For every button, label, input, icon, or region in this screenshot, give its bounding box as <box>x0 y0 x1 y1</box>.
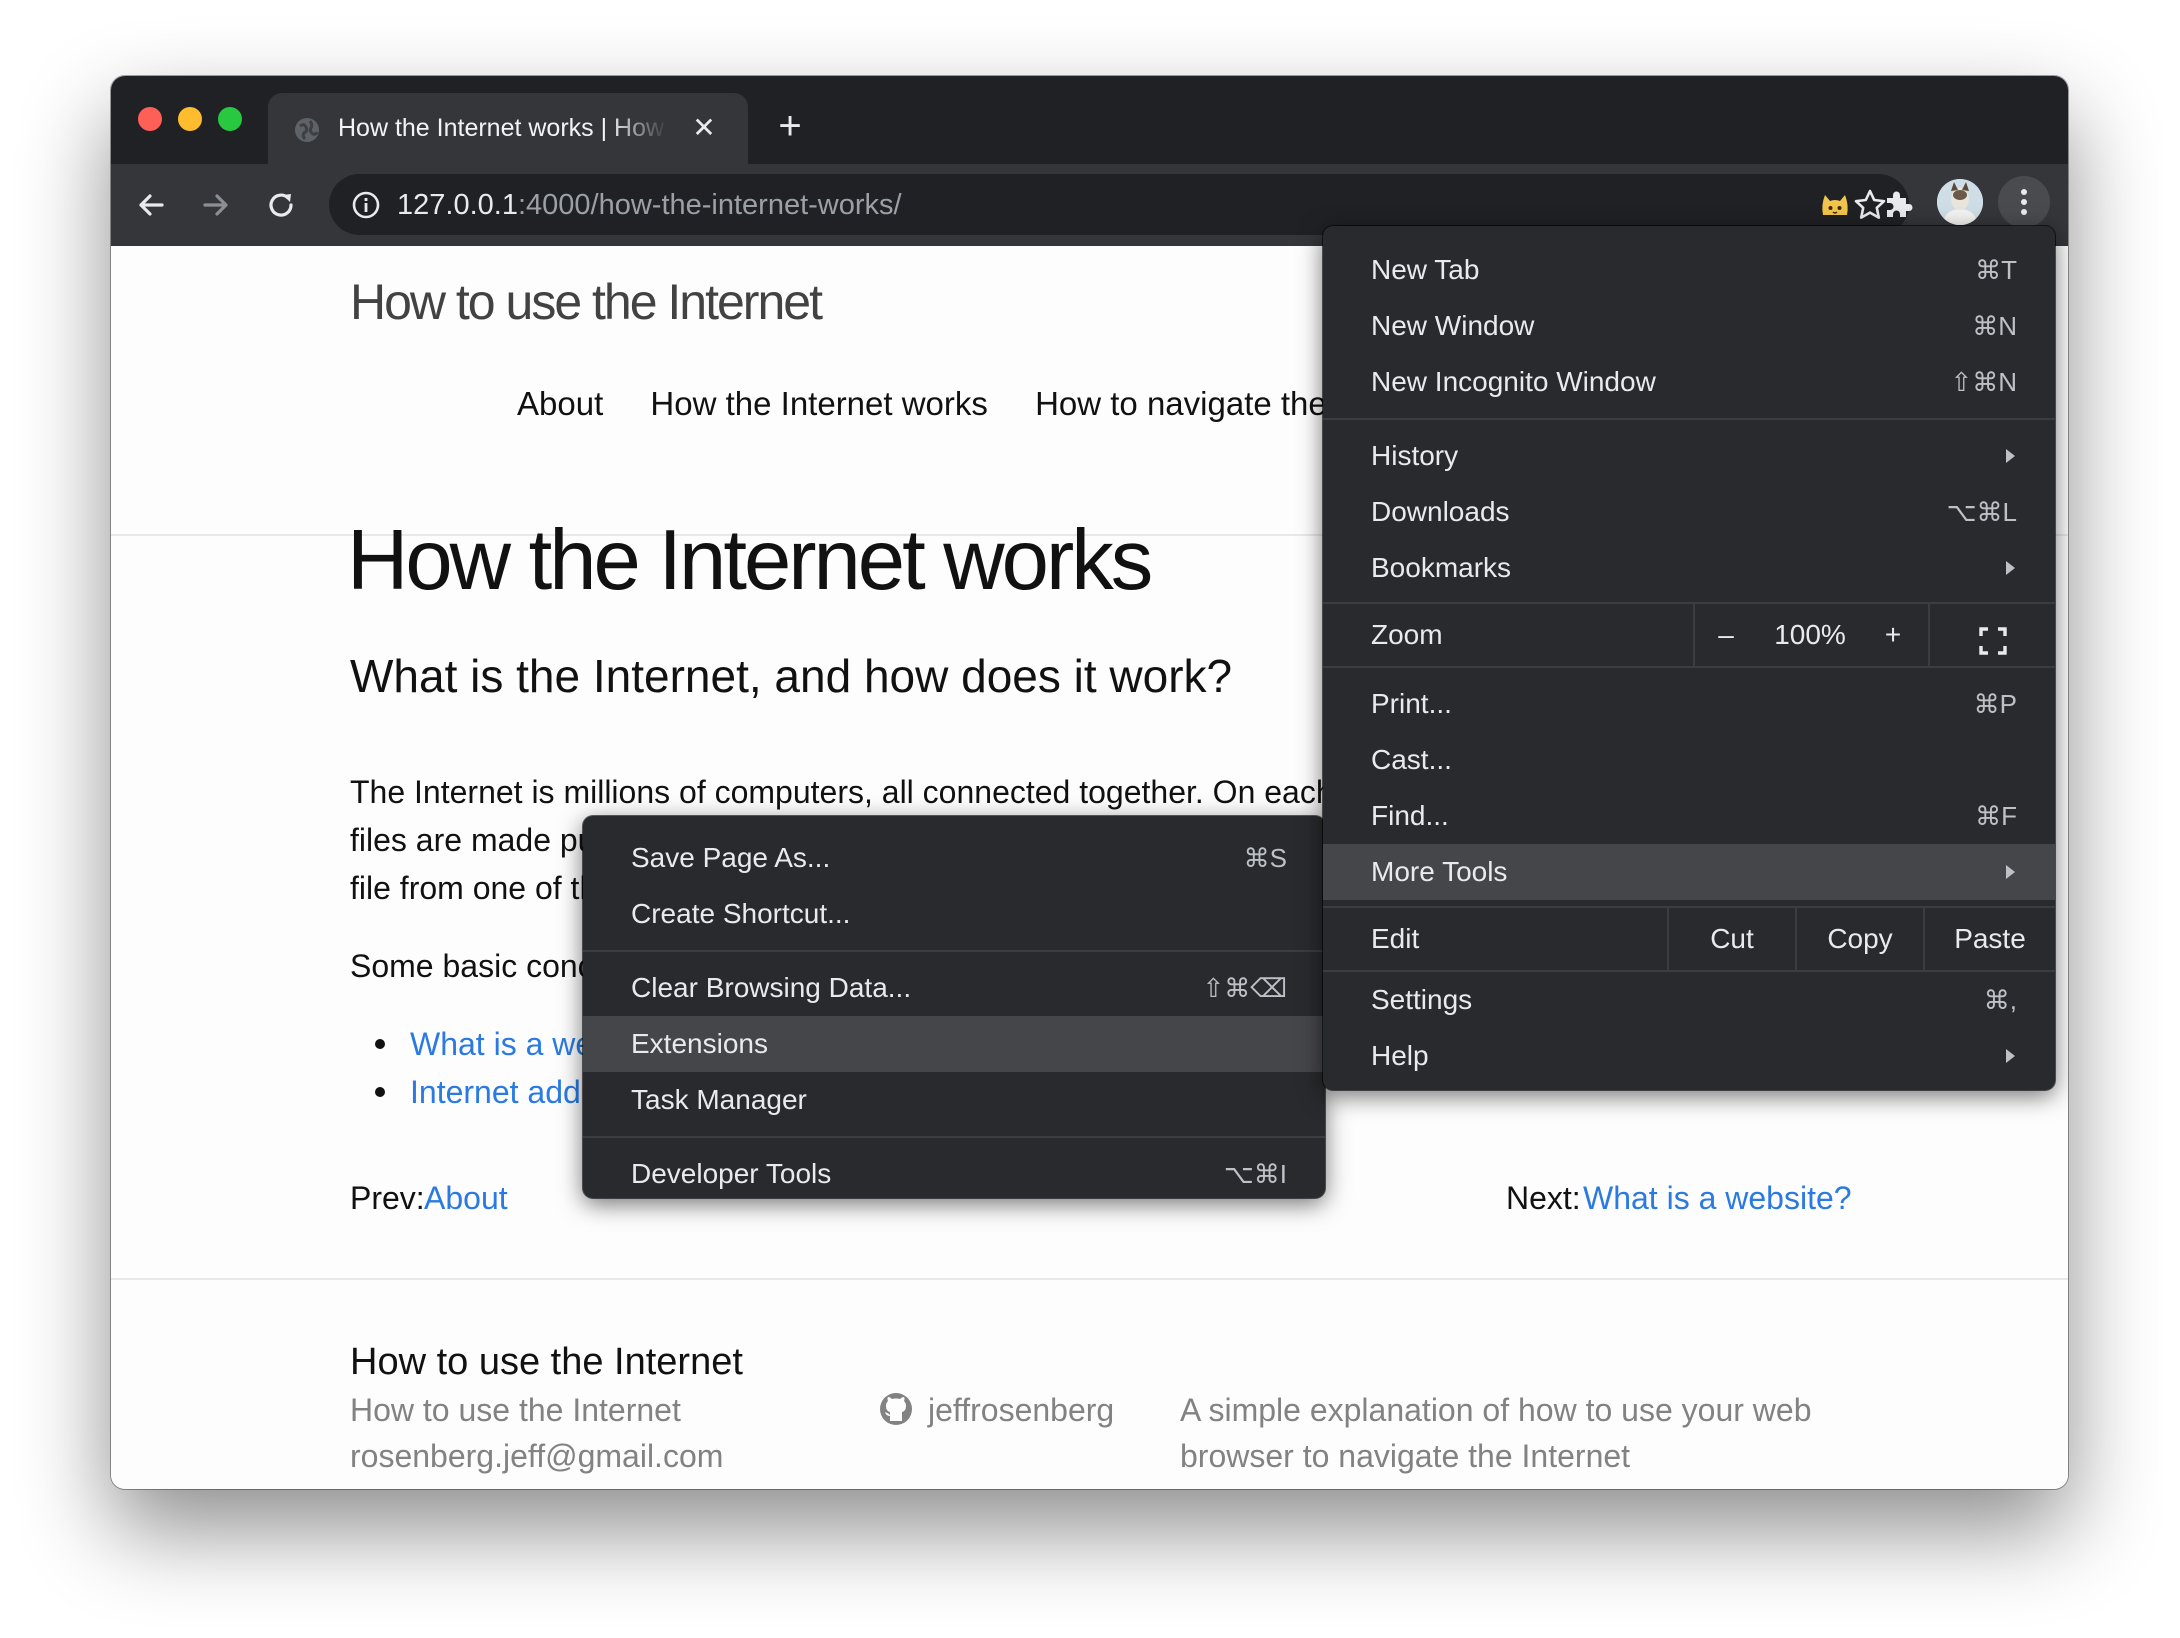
forward-arrow-icon <box>203 194 228 216</box>
footer-heading: How to use the Internet <box>350 1341 743 1383</box>
close-window-button[interactable] <box>138 107 162 131</box>
footer-github-link[interactable]: jeffrosenberg <box>928 1388 1114 1432</box>
extensions-button[interactable] <box>1875 180 1923 228</box>
page-title: How the Internet works <box>347 513 1153 608</box>
zoom-level: 100% <box>1774 619 1846 650</box>
reload-icon <box>269 193 293 217</box>
nav-how-internet-works-link[interactable]: How the Internet works <box>650 385 987 422</box>
url-text: 127.0.0.1:4000/how-the-internet-works/ <box>397 186 902 224</box>
back-button[interactable] <box>127 181 175 229</box>
extension-cat-button[interactable] <box>1811 180 1859 228</box>
menu-item-task-manager[interactable]: Task Manager <box>583 1072 1325 1128</box>
menu-item-downloads[interactable]: Downloads ⌥⌘L <box>1323 484 2055 540</box>
minimize-window-button[interactable] <box>178 107 202 131</box>
footer-description-line: browser to navigate the Internet <box>1180 1438 1631 1474</box>
paste-button[interactable]: Paste <box>1925 911 2055 967</box>
more-tools-submenu: Save Page As... ⌘S Create Shortcut... Cl… <box>583 816 1325 1198</box>
back-arrow-icon <box>139 194 164 216</box>
menu-separator <box>1323 418 2055 420</box>
new-tab-button[interactable]: + <box>768 104 812 148</box>
menu-item-new-incognito-window[interactable]: New Incognito Window ⇧⌘N <box>1323 354 2055 410</box>
copy-button[interactable]: Copy <box>1797 911 1923 967</box>
profile-picture-icon <box>1937 179 1983 225</box>
list-bullet <box>375 1039 385 1049</box>
prev-link[interactable]: About <box>424 1174 508 1222</box>
menu-separator <box>583 1136 1325 1138</box>
github-icon <box>880 1393 912 1425</box>
menu-item-settings[interactable]: Settings ⌘, <box>1323 972 2055 1028</box>
footer-site-name: How to use the Internet <box>350 1392 681 1428</box>
next-label: Next: <box>1506 1180 1581 1216</box>
footer-email-link[interactable]: rosenberg.jeff@gmail.com <box>350 1434 723 1478</box>
forward-button[interactable] <box>192 181 240 229</box>
chrome-menu-button[interactable] <box>1998 176 2050 228</box>
site-title[interactable]: How to use the Internet <box>350 270 823 334</box>
browser-window: How the Internet works | How to use the … <box>111 76 2068 1489</box>
menu-separator <box>1323 666 2055 668</box>
menu-item-create-shortcut[interactable]: Create Shortcut... <box>583 886 1325 942</box>
globe-icon <box>295 118 319 142</box>
zoom-out-button[interactable]: – <box>1701 607 1751 663</box>
cat-extension-icon <box>1822 195 1848 215</box>
zoom-window-button[interactable] <box>218 107 242 131</box>
nav-about-link[interactable]: About <box>517 385 603 422</box>
fullscreen-icon <box>1979 627 2007 655</box>
menu-item-help[interactable]: Help <box>1323 1028 2055 1084</box>
tab-close-icon[interactable]: ✕ <box>686 110 722 146</box>
submenu-arrow-icon <box>2006 561 2015 575</box>
menu-separator <box>583 950 1325 952</box>
paragraph-line: The Internet is millions of computers, a… <box>350 774 1484 810</box>
menu-item-bookmarks[interactable]: Bookmarks <box>1323 540 2055 596</box>
submenu-arrow-icon <box>2006 449 2015 463</box>
profile-avatar[interactable] <box>1937 179 1983 225</box>
list-bullet <box>375 1087 385 1097</box>
zoom-label: Zoom <box>1371 619 1443 650</box>
submenu-arrow-icon <box>2006 865 2015 879</box>
prev-label: Prev: <box>350 1180 425 1216</box>
cut-button[interactable]: Cut <box>1669 911 1795 967</box>
menu-item-new-tab[interactable]: New Tab ⌘T <box>1323 242 2055 298</box>
tab-active[interactable]: How the Internet works | How to use the … <box>268 93 748 164</box>
menu-item-history[interactable]: History <box>1323 428 2055 484</box>
menu-item-clear-browsing-data[interactable]: Clear Browsing Data... ⇧⌘⌫ <box>583 960 1325 1016</box>
puzzle-icon <box>1887 191 1913 217</box>
title-bar: How the Internet works | How to use the … <box>111 76 2068 164</box>
menu-item-save-page[interactable]: Save Page As... ⌘S <box>583 830 1325 886</box>
menu-item-developer-tools[interactable]: Developer Tools ⌥⌘I <box>583 1146 1325 1202</box>
reload-button[interactable] <box>257 181 305 229</box>
url-host: 127.0.0.1 <box>397 189 518 221</box>
url-path: :4000/how-the-internet-works/ <box>517 189 902 221</box>
menu-item-find[interactable]: Find... ⌘F <box>1323 788 2055 844</box>
menu-item-cast[interactable]: Cast... <box>1323 732 2055 788</box>
info-icon[interactable] <box>351 190 381 220</box>
menu-item-new-window[interactable]: New Window ⌘N <box>1323 298 2055 354</box>
footer-description-line: A simple explanation of how to use your … <box>1180 1392 1812 1428</box>
menu-item-extensions[interactable]: Extensions <box>583 1016 1325 1072</box>
edit-label: Edit <box>1371 923 1420 954</box>
zoom-in-button[interactable]: + <box>1868 607 1918 663</box>
submenu-arrow-icon <box>2006 1049 2015 1063</box>
section-heading: What is the Internet, and how does it wo… <box>350 650 1233 702</box>
tab-title: How the Internet works | How to use the … <box>338 114 668 142</box>
menu-row-zoom: Zoom <box>1323 604 2055 666</box>
menu-item-more-tools[interactable]: More Tools <box>1323 844 2055 900</box>
fullscreen-button[interactable] <box>1973 619 2013 655</box>
next-link[interactable]: What is a website? <box>1583 1174 1852 1222</box>
menu-item-print[interactable]: Print... ⌘P <box>1323 676 2055 732</box>
chrome-main-menu: New Tab ⌘T New Window ⌘N New Incognito W… <box>1323 226 2055 1090</box>
footer-divider <box>111 1278 2068 1280</box>
